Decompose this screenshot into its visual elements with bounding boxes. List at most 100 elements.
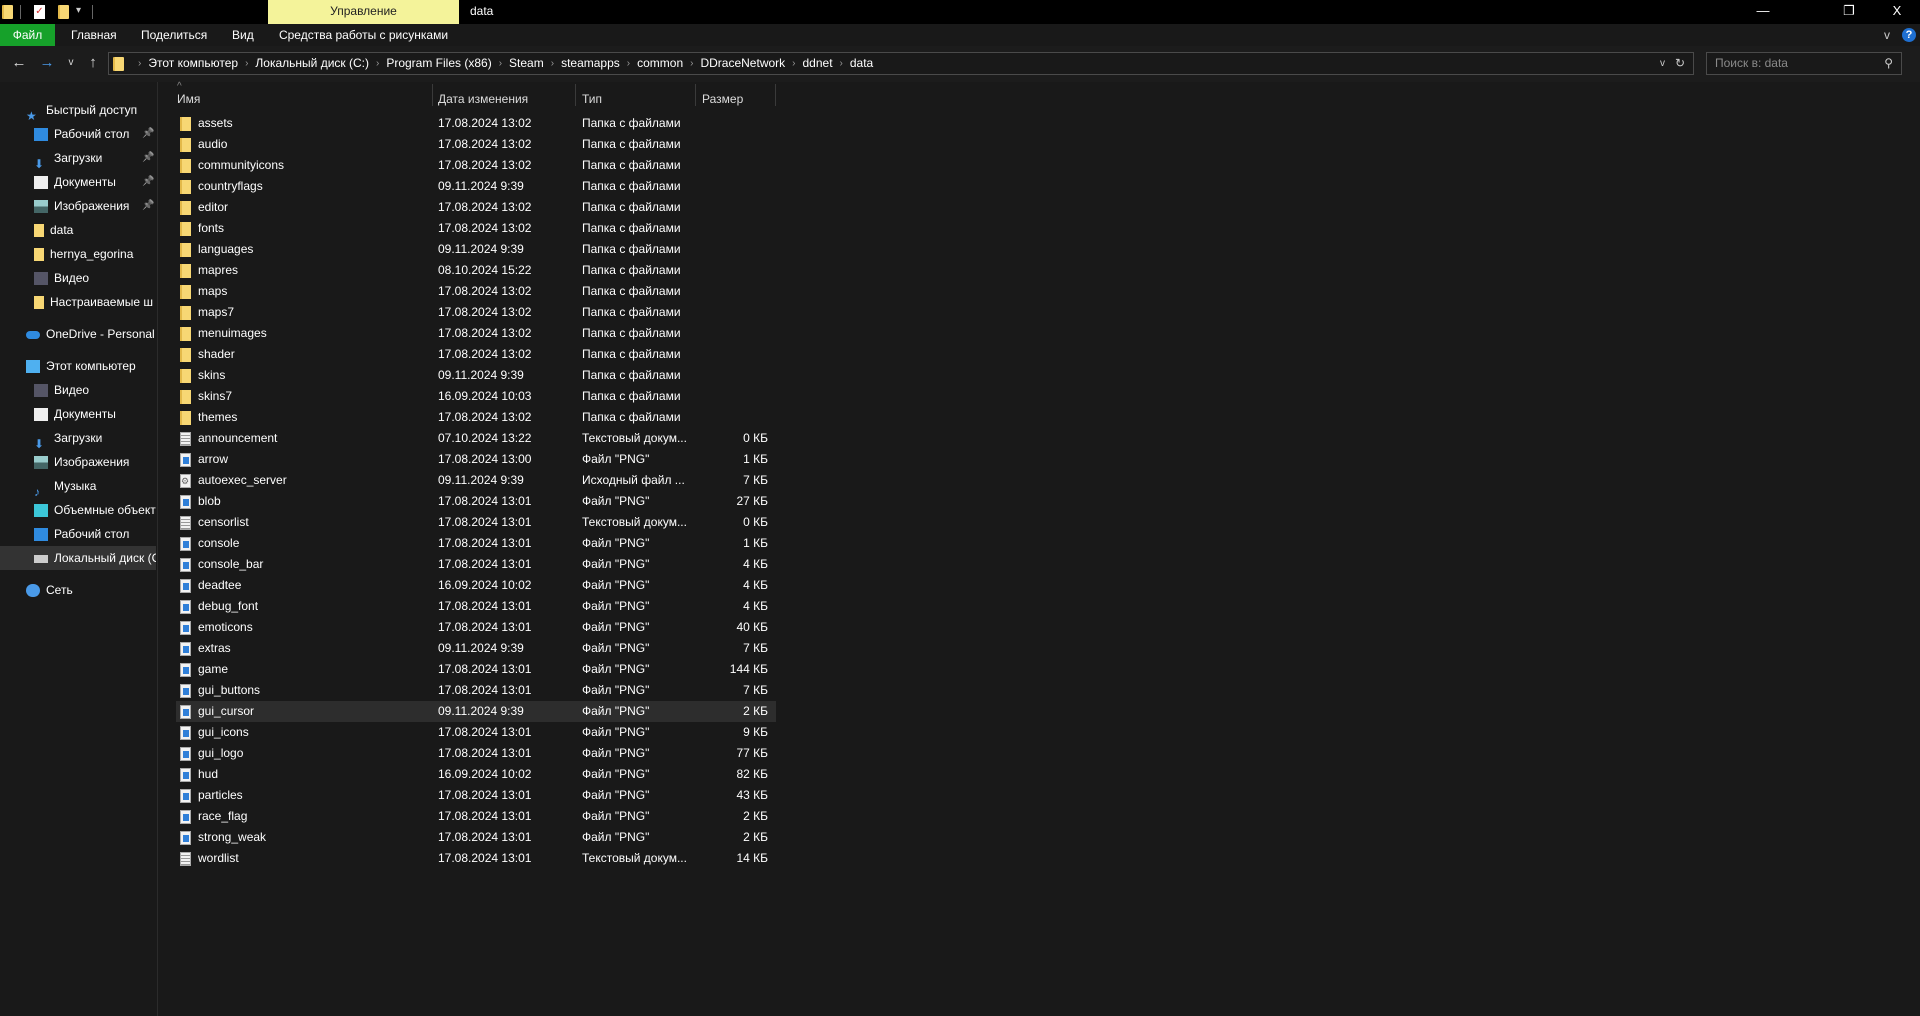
sidebar-item[interactable]: Рабочий стол: [0, 522, 156, 546]
sidebar-item[interactable]: Сеть: [0, 578, 156, 602]
close-button[interactable]: X: [1874, 0, 1920, 24]
column-header-size[interactable]: Размер: [702, 88, 743, 110]
breadcrumb-chevron-icon[interactable]: ›: [551, 53, 554, 74]
column-divider[interactable]: [695, 84, 696, 106]
properties-icon[interactable]: ✓: [34, 5, 45, 19]
file-row[interactable]: gui_logo 17.08.2024 13:01 Файл "PNG" 77 КБ: [176, 743, 776, 764]
sidebar-item[interactable]: Этот компьютер: [0, 354, 156, 378]
sidebar-item[interactable]: Видео: [0, 266, 156, 290]
breadcrumb-chevron-icon[interactable]: ›: [690, 53, 693, 74]
file-row[interactable]: hud 16.09.2024 10:02 Файл "PNG" 82 КБ: [176, 764, 776, 785]
breadcrumb-item[interactable]: ddnet: [803, 53, 833, 74]
file-row[interactable]: gui_icons 17.08.2024 13:01 Файл "PNG" 9 КБ: [176, 722, 776, 743]
breadcrumb-item[interactable]: common: [637, 53, 683, 74]
sidebar-item[interactable]: data: [0, 218, 156, 242]
file-row[interactable]: strong_weak 17.08.2024 13:01 Файл "PNG" 2 К…: [176, 827, 776, 848]
pin-icon[interactable]: 📌: [142, 122, 154, 146]
file-row[interactable]: skins7 16.09.2024 10:03 Папка с файлами: [176, 386, 776, 407]
breadcrumb-item[interactable]: Program Files (x86): [386, 53, 491, 74]
expand-ribbon-icon[interactable]: v: [1884, 24, 1890, 46]
column-divider[interactable]: [432, 84, 433, 106]
tab-picture-tools[interactable]: Средства работы с рисунками: [268, 24, 459, 46]
file-row[interactable]: censorlist 17.08.2024 13:01 Текстовый доку…: [176, 512, 776, 533]
sidebar-item[interactable]: Документы: [0, 402, 156, 426]
file-row[interactable]: menuimages 17.08.2024 13:02 Папка с файлам…: [176, 323, 776, 344]
file-row[interactable]: shader 17.08.2024 13:02 Папка с файлами: [176, 344, 776, 365]
file-row[interactable]: wordlist 17.08.2024 13:01 Текстовый докум.…: [176, 848, 776, 869]
tab-share[interactable]: Поделиться: [141, 24, 207, 46]
file-row[interactable]: assets 17.08.2024 13:02 Папка с файлами: [176, 113, 776, 134]
file-row[interactable]: console_bar 17.08.2024 13:01 Файл "PNG" 4 К…: [176, 554, 776, 575]
sidebar-item[interactable]: Объемные объекті: [0, 498, 156, 522]
file-row[interactable]: blob 17.08.2024 13:01 Файл "PNG" 27 КБ: [176, 491, 776, 512]
file-row[interactable]: debug_font 17.08.2024 13:01 Файл "PNG" 4 КБ: [176, 596, 776, 617]
sidebar-item[interactable]: ★ Быстрый доступ: [0, 98, 156, 122]
column-header-date[interactable]: Дата изменения: [438, 88, 528, 110]
breadcrumb-item[interactable]: steamapps: [561, 53, 620, 74]
breadcrumb-item[interactable]: DDraceNetwork: [700, 53, 785, 74]
breadcrumb-item[interactable]: Steam: [509, 53, 544, 74]
breadcrumb-item[interactable]: Локальный диск (C:): [255, 53, 369, 74]
pin-icon[interactable]: 📌: [142, 194, 154, 218]
file-row[interactable]: gui_buttons 17.08.2024 13:01 Файл "PNG" 7 К…: [176, 680, 776, 701]
sidebar-item[interactable]: ⬇ Загрузки 📌: [0, 146, 156, 170]
pin-icon[interactable]: 📌: [142, 146, 154, 170]
file-row[interactable]: maps 17.08.2024 13:02 Папка с файлами: [176, 281, 776, 302]
tab-view[interactable]: Вид: [232, 24, 254, 46]
breadcrumb-chevron-icon[interactable]: ›: [627, 53, 630, 74]
file-row[interactable]: languages 09.11.2024 9:39 Папка с файлами: [176, 239, 776, 260]
tab-file[interactable]: Файл: [0, 24, 55, 46]
file-row[interactable]: maps7 17.08.2024 13:02 Папка с файлами: [176, 302, 776, 323]
file-row[interactable]: communityicons 17.08.2024 13:02 Папка с фа…: [176, 155, 776, 176]
file-row[interactable]: particles 17.08.2024 13:01 Файл "PNG" 43 КБ: [176, 785, 776, 806]
column-divider[interactable]: [775, 84, 776, 106]
sidebar-item[interactable]: Рабочий стол 📌: [0, 122, 156, 146]
minimize-button[interactable]: —: [1740, 0, 1786, 24]
file-row[interactable]: announcement 07.10.2024 13:22 Текстовый до…: [176, 428, 776, 449]
file-row[interactable]: audio 17.08.2024 13:02 Папка с файлами: [176, 134, 776, 155]
sidebar-item[interactable]: OneDrive - Personal: [0, 322, 156, 346]
file-row[interactable]: gui_cursor 09.11.2024 9:39 Файл "PNG" 2 КБ: [176, 701, 776, 722]
customize-toolbar-icon[interactable]: ▾: [76, 5, 81, 19]
breadcrumb-chevron-icon[interactable]: ›: [376, 53, 379, 74]
sidebar-item[interactable]: hernya_egorina: [0, 242, 156, 266]
tab-home[interactable]: Главная: [71, 24, 117, 46]
column-header-name[interactable]: Имя: [177, 88, 200, 110]
recent-locations-chevron-icon[interactable]: v: [62, 52, 80, 74]
sidebar-item[interactable]: Видео: [0, 378, 156, 402]
sidebar-item[interactable]: Локальный диск (C: [0, 546, 156, 570]
file-row[interactable]: console 17.08.2024 13:01 Файл "PNG" 1 КБ: [176, 533, 776, 554]
file-row[interactable]: extras 09.11.2024 9:39 Файл "PNG" 7 КБ: [176, 638, 776, 659]
forward-arrow-icon[interactable]: →: [38, 52, 56, 74]
sidebar-item[interactable]: Изображения: [0, 450, 156, 474]
pin-icon[interactable]: 📌: [142, 170, 154, 194]
manage-tab[interactable]: Управление: [268, 0, 459, 24]
up-arrow-icon[interactable]: ↑: [84, 52, 102, 74]
column-divider[interactable]: [575, 84, 576, 106]
file-row[interactable]: autoexec_server 09.11.2024 9:39 Исходный ф…: [176, 470, 776, 492]
help-icon[interactable]: ?: [1902, 28, 1916, 42]
breadcrumb-chevron-icon[interactable]: ›: [499, 53, 502, 74]
new-folder-icon[interactable]: [58, 5, 69, 19]
sidebar-item[interactable]: ♪ Музыка: [0, 474, 156, 498]
address-bar[interactable]: › Этот компьютер › Локальный диск (C:) › Prog…: [108, 52, 1694, 75]
file-row[interactable]: themes 17.08.2024 13:02 Папка с файлами: [176, 407, 776, 428]
sidebar-item[interactable]: Документы 📌: [0, 170, 156, 194]
file-row[interactable]: race_flag 17.08.2024 13:01 Файл "PNG" 2 КБ: [176, 806, 776, 827]
address-dropdown-icon[interactable]: v: [1660, 53, 1665, 74]
breadcrumb-item[interactable]: Этот компьютер: [148, 53, 238, 74]
breadcrumb-item[interactable]: data: [850, 53, 873, 74]
back-arrow-icon[interactable]: ←: [10, 52, 28, 74]
file-row[interactable]: countryflags 09.11.2024 9:39 Папка с файла…: [176, 176, 776, 197]
search-input[interactable]: Поиск в: data ⚲: [1706, 52, 1902, 75]
file-row[interactable]: mapres 08.10.2024 15:22 Папка с файлами: [176, 260, 776, 281]
file-row[interactable]: arrow 17.08.2024 13:00 Файл "PNG" 1 КБ: [176, 449, 776, 470]
refresh-icon[interactable]: ↻: [1675, 53, 1685, 74]
breadcrumb-chevron-icon[interactable]: ›: [792, 53, 795, 74]
sidebar-item[interactable]: Настраиваемые ш: [0, 290, 156, 314]
file-row[interactable]: game 17.08.2024 13:01 Файл "PNG" 144 КБ: [176, 659, 776, 680]
sidebar-item[interactable]: ⬇ Загрузки: [0, 426, 156, 450]
file-row[interactable]: deadtee 16.09.2024 10:02 Файл "PNG" 4 КБ: [176, 575, 776, 596]
file-row[interactable]: fonts 17.08.2024 13:02 Папка с файлами: [176, 218, 776, 239]
restore-button[interactable]: ❐: [1826, 0, 1872, 24]
